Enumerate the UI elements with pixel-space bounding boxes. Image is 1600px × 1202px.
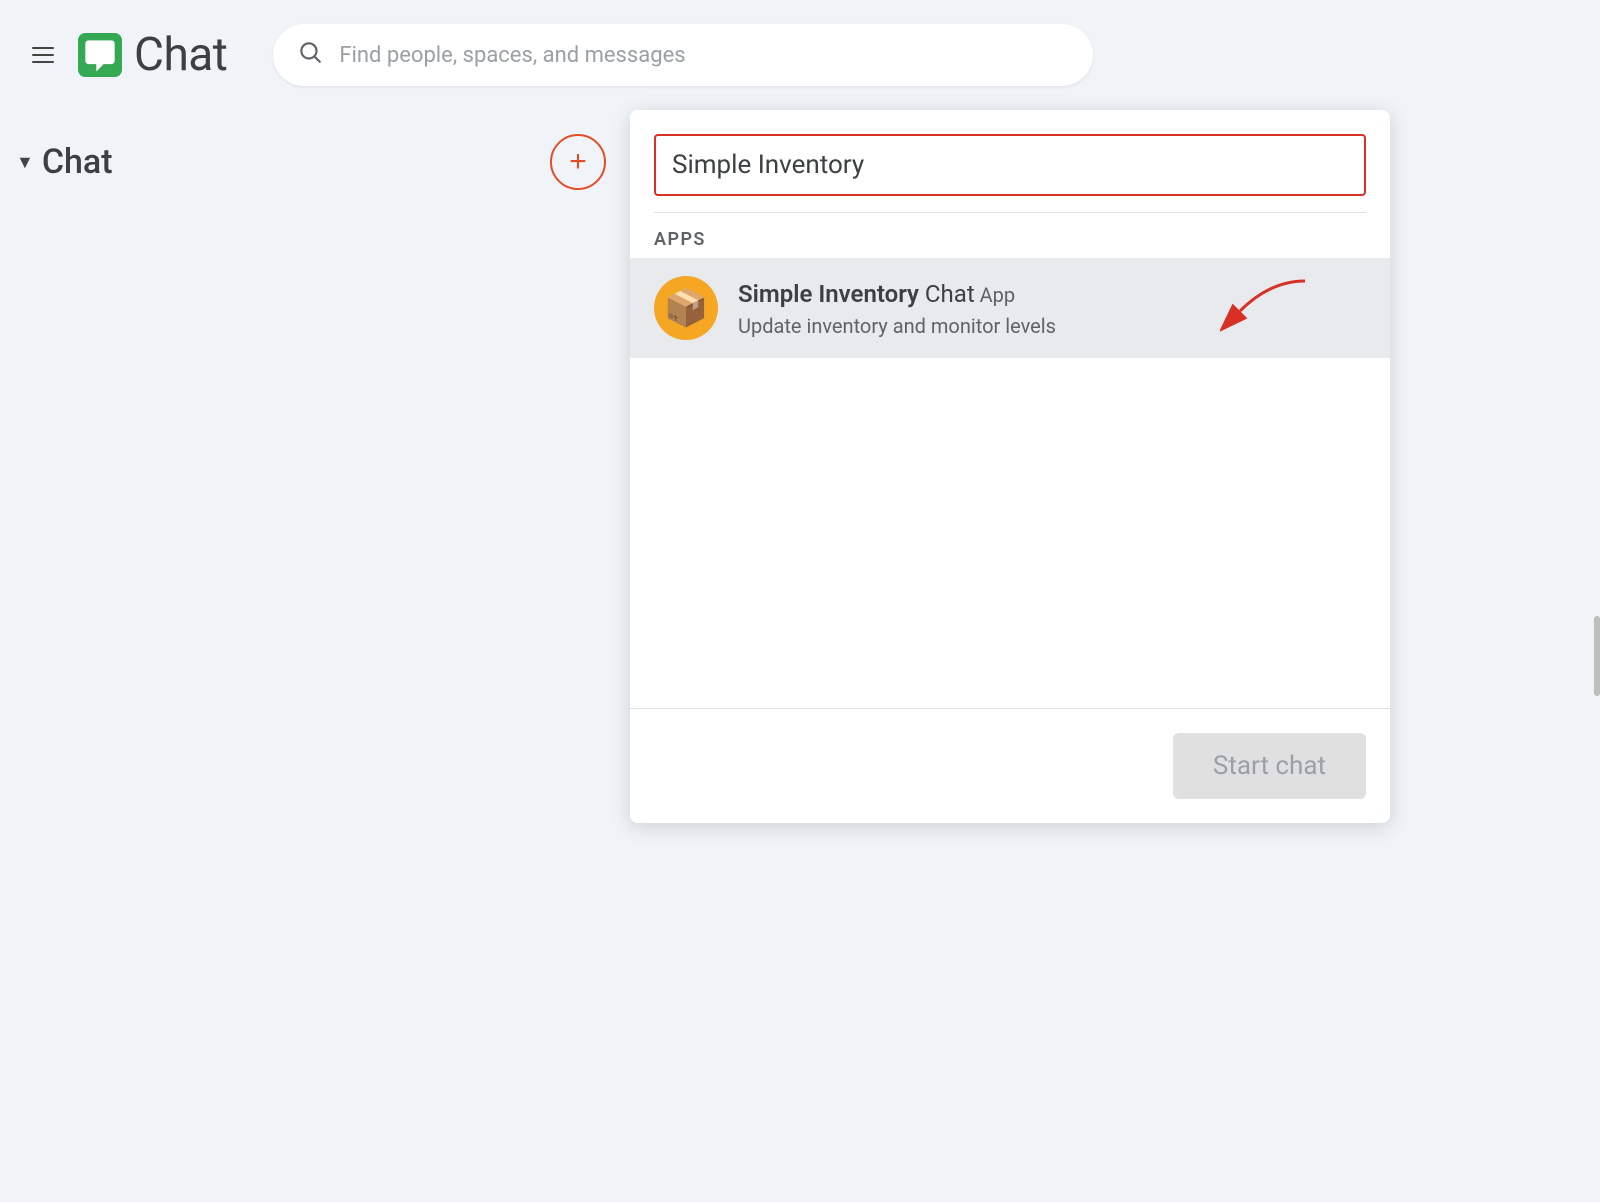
start-chat-button[interactable]: Start chat xyxy=(1173,733,1366,799)
result-badge: App xyxy=(975,283,1015,307)
result-item-simple-inventory[interactable]: 📦 Simple Inventory Chat App Update inven… xyxy=(630,258,1390,358)
chat-section-title-wrap: ▼ Chat xyxy=(16,142,113,182)
search-icon xyxy=(297,39,323,71)
new-chat-dropdown: APPS 📦 Simple Inventory Chat App Update … xyxy=(630,110,1390,823)
apps-section-label: APPS xyxy=(630,213,1390,258)
add-chat-button[interactable]: + xyxy=(550,134,606,190)
scrollbar-hint xyxy=(1594,616,1600,696)
dropdown-spacer xyxy=(630,358,1390,708)
sidebar: ▼ Chat + xyxy=(0,110,630,1202)
result-name-bold: Simple Inventory xyxy=(738,280,919,308)
result-icon-package: 📦 xyxy=(654,276,718,340)
chat-section-header[interactable]: ▼ Chat + xyxy=(0,126,630,198)
plus-icon: + xyxy=(569,145,587,179)
content-area: APPS 📦 Simple Inventory Chat App Update … xyxy=(630,110,1600,1202)
search-placeholder-text: Find people, spaces, and messages xyxy=(339,43,685,68)
package-icon: 📦 xyxy=(664,287,709,329)
dropdown-footer: Start chat xyxy=(630,709,1390,823)
chevron-down-icon: ▼ xyxy=(16,152,34,173)
result-name-suffix: Chat xyxy=(919,280,975,308)
hamburger-menu[interactable] xyxy=(24,39,62,71)
main-content: ▼ Chat + APPS 📦 Simple In xyxy=(0,110,1600,1202)
search-bar[interactable]: Find people, spaces, and messages xyxy=(273,24,1093,86)
sidebar-chat-label: Chat xyxy=(42,142,113,182)
new-chat-search-input[interactable] xyxy=(654,134,1366,196)
app-title: Chat xyxy=(134,28,227,82)
chat-logo-icon xyxy=(78,33,122,77)
red-arrow-annotation xyxy=(1220,276,1310,340)
app-logo: Chat xyxy=(78,28,227,82)
app-header: Chat Find people, spaces, and messages xyxy=(0,0,1600,110)
